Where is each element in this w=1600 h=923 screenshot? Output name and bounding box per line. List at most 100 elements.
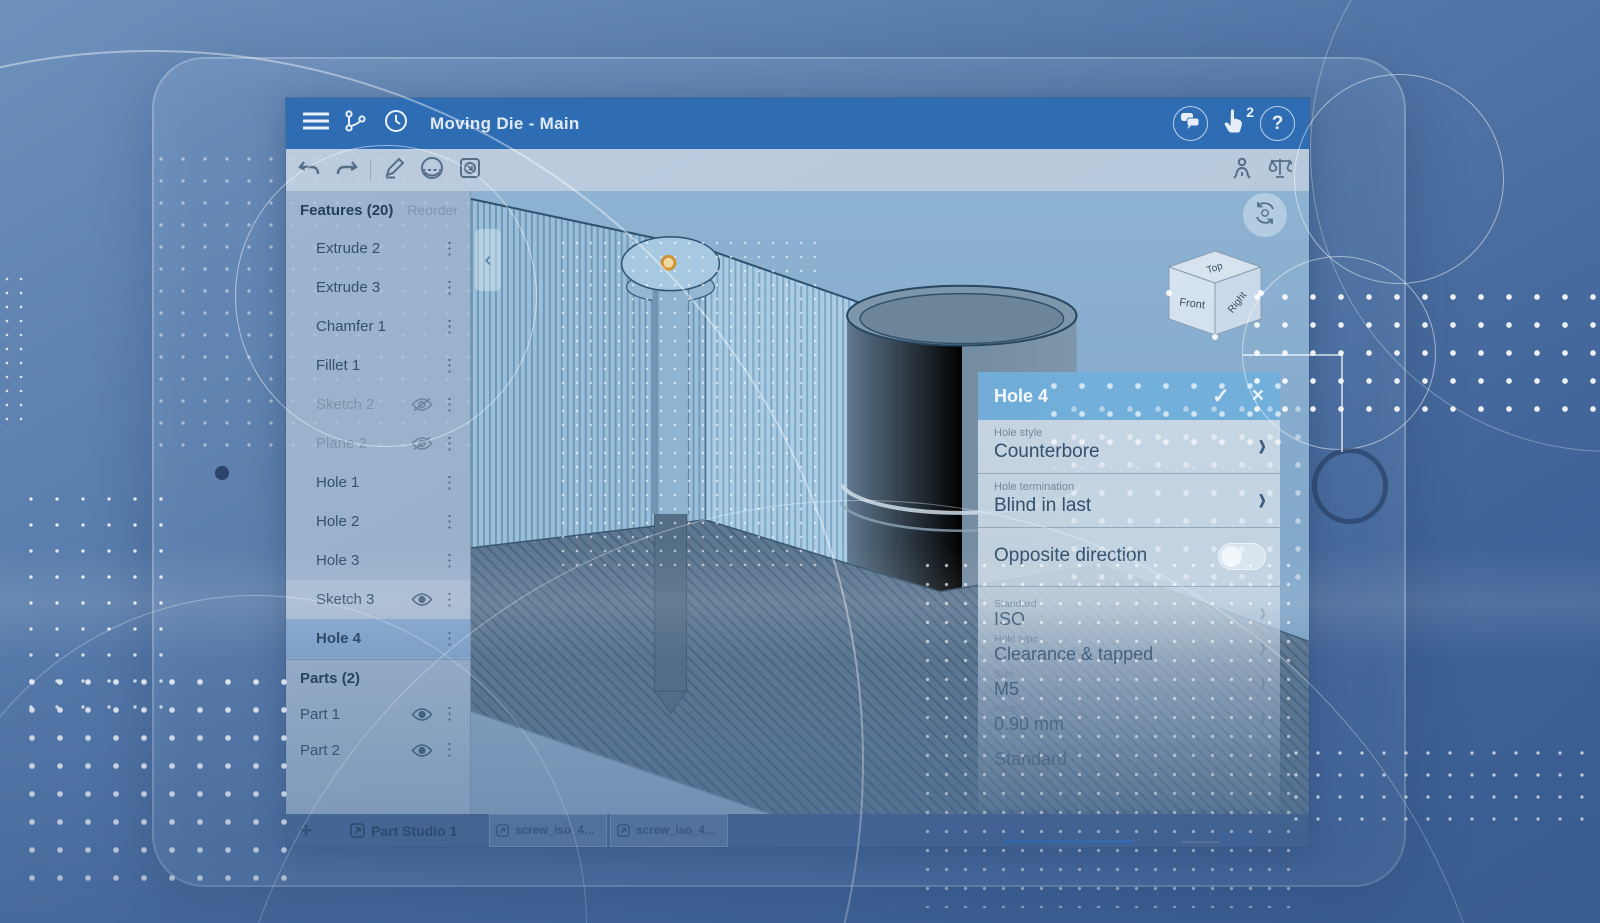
orbit-mode-button[interactable] <box>1243 193 1287 237</box>
kebab-menu-icon[interactable]: ⋮ <box>441 317 458 337</box>
kebab-menu-icon[interactable]: ⋮ <box>441 629 458 649</box>
named-views-button[interactable] <box>451 155 489 185</box>
mate-point <box>662 256 675 269</box>
eye-icon[interactable] <box>411 707 433 722</box>
scales-icon <box>1268 157 1292 184</box>
confirm-check-icon[interactable]: ✓ <box>1212 384 1230 409</box>
shaded-view-button[interactable] <box>413 155 451 185</box>
tab-screw-document-1[interactable]: screw_iso_4762-m... <box>489 814 607 847</box>
kebab-menu-icon[interactable]: ⋮ <box>441 590 458 610</box>
dialog-body: Hole style Counterbore › Hole terminatio… <box>978 420 1280 810</box>
kebab-menu-icon[interactable]: ⋮ <box>441 512 458 532</box>
panel-collapse-handle[interactable]: ‹ <box>475 229 501 291</box>
part-row-2[interactable]: Part 2 ⋮ <box>286 732 470 768</box>
standard-param[interactable]: Standard ISO › <box>978 598 1280 633</box>
hole-feature-dialog: Hole 4 ✓ × Hole style Counterbore › Hole… <box>978 372 1280 810</box>
fit-param[interactable]: Fit Standard › <box>978 738 1280 773</box>
versions-button[interactable] <box>336 106 376 142</box>
feature-row-extrude-2[interactable]: Extrude 2 ⋮ <box>286 229 470 268</box>
kebab-menu-icon[interactable]: ⋮ <box>441 473 458 493</box>
pitch-param[interactable]: Pitch 0.90 mm › <box>978 703 1280 738</box>
add-tab-button[interactable]: + <box>286 819 326 843</box>
divider <box>978 586 1280 587</box>
reorder-button[interactable]: Reorder <box>407 202 458 218</box>
touch-gestures-button[interactable]: 2 <box>1216 106 1252 142</box>
kebab-menu-icon[interactable]: ⋮ <box>441 356 458 376</box>
part-studio-icon <box>350 823 365 838</box>
help-button[interactable]: ? <box>1260 106 1295 141</box>
kebab-menu-icon[interactable]: ⋮ <box>441 395 458 415</box>
features-header-label: Features (20) <box>300 202 393 219</box>
chevron-right-icon: › <box>1260 702 1266 735</box>
pointing-hand-icon <box>1224 109 1244 138</box>
sketch-button[interactable] <box>375 155 413 185</box>
person-icon <box>1232 157 1252 184</box>
eye-icon[interactable] <box>411 743 433 758</box>
rollback-track <box>1182 841 1220 843</box>
views-cube-icon <box>459 157 481 184</box>
part-row-1[interactable]: Part 1 ⋮ <box>286 696 470 732</box>
dark-ring-decoration <box>1312 448 1388 524</box>
kebab-menu-icon[interactable]: ⋮ <box>441 278 458 298</box>
kebab-menu-icon[interactable]: ⋮ <box>441 239 458 259</box>
feature-row-extrude-3[interactable]: Extrude 3 ⋮ <box>286 268 470 307</box>
comments-button[interactable] <box>1173 106 1208 141</box>
toggle-knob <box>1221 546 1242 567</box>
chevron-right-icon: › <box>1260 737 1266 770</box>
eye-slash-icon[interactable] <box>411 397 433 412</box>
feature-row-plane-2[interactable]: Plane 2 ⋮ <box>286 424 470 463</box>
feature-row-hole-3[interactable]: Hole 3 ⋮ <box>286 541 470 580</box>
feature-row-sketch-3[interactable]: Sketch 3 ⋮ <box>286 580 470 619</box>
menu-button[interactable] <box>296 106 336 142</box>
analysis-button[interactable] <box>1223 155 1261 185</box>
kebab-menu-icon[interactable]: ⋮ <box>441 434 458 454</box>
dot-decoration <box>215 466 229 480</box>
toolbar <box>286 149 1309 191</box>
chevron-right-icon: › <box>1258 424 1266 465</box>
circle-decoration <box>1310 0 1600 452</box>
measure-button[interactable] <box>1261 155 1299 185</box>
feature-row-fillet-1[interactable]: Fillet 1 ⋮ <box>286 346 470 385</box>
dialog-header: Hole 4 ✓ × <box>978 372 1280 420</box>
hole-termination-field[interactable]: Hole termination Blind in last › <box>978 474 1280 527</box>
chevron-right-icon: › <box>1260 632 1266 665</box>
dot-grid-decoration <box>1285 742 1600 838</box>
line-decoration <box>1341 354 1343 452</box>
feature-row-hole-1[interactable]: Hole 1 ⋮ <box>286 463 470 502</box>
question-icon: ? <box>1272 113 1284 135</box>
feature-row-hole-4[interactable]: Hole 4 ⋮ <box>286 619 470 658</box>
feature-panel-header: Features (20) Reorder <box>286 191 470 229</box>
redo-button[interactable] <box>328 155 366 185</box>
feature-row-hole-2[interactable]: Hole 2 ⋮ <box>286 502 470 541</box>
feature-row-chamfer-1[interactable]: Chamfer 1 ⋮ <box>286 307 470 346</box>
opposite-direction-toggle[interactable] <box>1218 543 1266 570</box>
toolbar-divider <box>370 159 371 181</box>
view-cube[interactable]: Top Front Right <box>1163 249 1267 341</box>
redo-icon <box>336 159 358 182</box>
feature-row-sketch-2[interactable]: Sketch 2 ⋮ <box>286 385 470 424</box>
tab-part-studio-1[interactable]: Part Studio 1 <box>338 814 475 847</box>
eye-icon[interactable] <box>411 592 433 607</box>
branch-icon <box>344 110 368 137</box>
hole-type-param[interactable]: Hole type Clearance & tapped › <box>978 633 1280 668</box>
kebab-menu-icon[interactable]: ⋮ <box>441 704 458 724</box>
eye-slash-icon[interactable] <box>411 436 433 451</box>
feature-panel: Features (20) Reorder Extrude 2 ⋮ Extrud… <box>286 191 471 814</box>
rollback-slider[interactable] <box>1006 840 1134 843</box>
undo-button[interactable] <box>290 155 328 185</box>
kebab-menu-icon[interactable]: ⋮ <box>441 740 458 760</box>
part-studio-icon <box>617 824 630 837</box>
tab-screw-document-2[interactable]: screw_iso_4762-m... <box>610 814 728 847</box>
history-button[interactable] <box>376 106 416 142</box>
cancel-close-icon[interactable]: × <box>1252 384 1264 408</box>
part-studio-icon <box>496 824 509 837</box>
kebab-menu-icon[interactable]: ⋮ <box>441 551 458 571</box>
chevron-right-icon: › <box>1260 597 1266 630</box>
dialog-title: Hole 4 <box>994 386 1048 407</box>
document-title: Moving Die - Main <box>430 114 580 134</box>
final-label: Final <box>1221 831 1254 848</box>
size-param[interactable]: Size M5 › <box>978 668 1280 703</box>
pencil-icon <box>383 157 405 184</box>
hole-style-field[interactable]: Hole style Counterbore › <box>978 420 1280 473</box>
touch-badge: 2 <box>1246 104 1254 120</box>
